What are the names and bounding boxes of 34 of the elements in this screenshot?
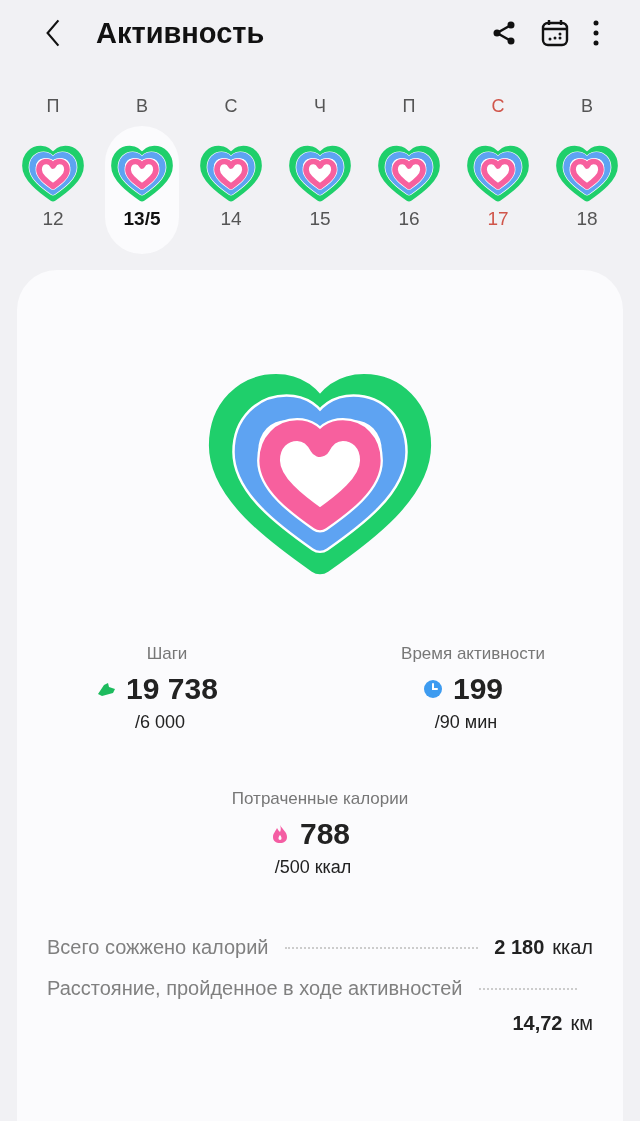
day-tab[interactable]: 16 [372,126,446,254]
stat-label: Шаги [146,644,188,664]
page-title: Активность [96,16,265,50]
summary-unit: км [570,1012,593,1035]
summary-label: Расстояние, пройденное в ходе активностей [47,977,463,1000]
weekday-label: П [46,96,60,118]
summary-value: 2 180 [494,936,545,959]
day-tab[interactable]: 17 [461,126,535,254]
stat-value: 788 [299,817,350,851]
stat-value: 19 738 [126,672,218,706]
weekday-label: В [136,96,148,118]
weekday-label: С [224,96,238,118]
summary-value: 14,72 [512,1012,563,1035]
weekday-label: С [491,96,505,118]
weekday-label: В [581,96,593,118]
summary-unit: ккал [552,936,593,959]
stat-label: Потраченные калории [231,789,409,809]
calendar-button[interactable] [540,18,570,48]
stat-goal: /6 000 [134,712,185,733]
weekday-label: П [402,96,416,118]
stat-goal: /500 ккал [274,857,352,878]
stat-goal: /90 мин [434,712,498,733]
day-tab[interactable]: 13/5 [105,126,179,254]
day-tab[interactable]: 18 [550,126,624,254]
summary-label: Всего сожжено калорий [47,936,269,959]
day-tab[interactable]: 12 [16,126,90,254]
more-button[interactable] [592,18,600,48]
day-tab[interactable]: 15 [283,126,357,254]
stat-value: 199 [452,672,504,706]
day-tab[interactable]: 14 [194,126,268,254]
back-button[interactable] [44,18,62,48]
clock-icon [422,679,443,699]
weekday-label: Ч [314,96,326,118]
stat-label: Время активности [401,644,545,664]
